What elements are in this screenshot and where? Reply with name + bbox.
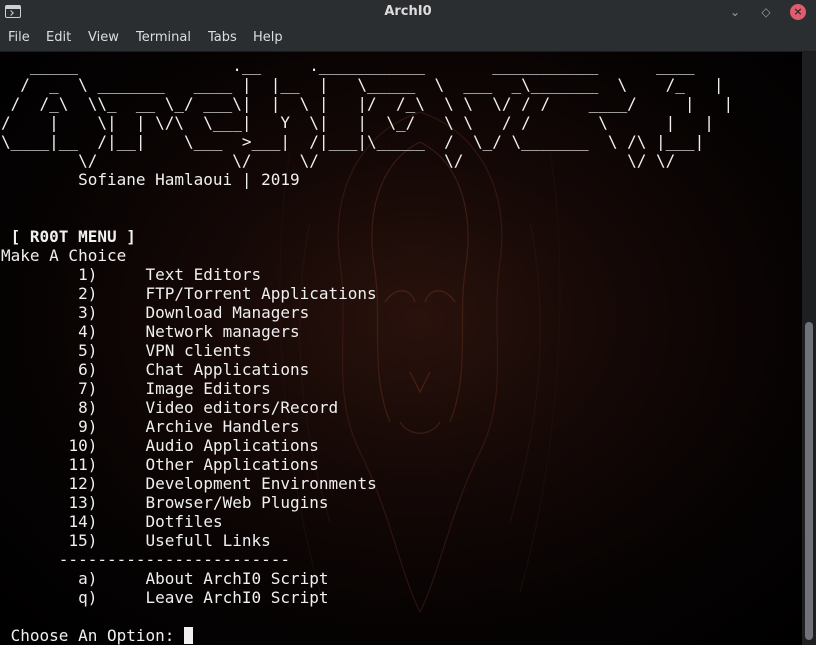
option-key: 1) — [78, 265, 98, 284]
menu-option-5: 5) VPN clients — [1, 341, 733, 360]
option-key: 6) — [78, 360, 98, 379]
menu-option-q: q) Leave ArchI0 Script — [1, 588, 733, 607]
option-key: 10) — [68, 436, 98, 455]
option-label: Video editors/Record — [145, 398, 339, 417]
menu-option-3: 3) Download Managers — [1, 303, 733, 322]
menu-option-12: 12) Development Environments — [1, 474, 733, 493]
menu-bar: File Edit View Terminal Tabs Help — [0, 25, 816, 52]
option-key: 9) — [78, 417, 98, 436]
menu-terminal[interactable]: Terminal — [136, 30, 191, 45]
text-cursor[interactable] — [184, 627, 194, 644]
option-key: 8) — [78, 398, 98, 417]
menu-option-13: 13) Browser/Web Plugins — [1, 493, 733, 512]
menu-option-6: 6) Chat Applications — [1, 360, 733, 379]
terminal-output[interactable]: _____ .__ .___________ ___________ ____ … — [0, 52, 802, 645]
menu-tabs[interactable]: Tabs — [208, 30, 237, 45]
banner-author: Sofiane Hamlaoui | 2019 — [1, 170, 300, 189]
menu-edit[interactable]: Edit — [46, 30, 71, 45]
option-key: a) — [78, 569, 98, 588]
option-key: 12) — [68, 474, 98, 493]
option-label: Dotfiles — [145, 512, 223, 531]
scrollbar-thumb[interactable] — [805, 322, 813, 640]
option-label: Development Environments — [145, 474, 377, 493]
option-label: FTP/Torrent Applications — [145, 284, 377, 303]
maximize-icon[interactable]: ◇ — [758, 4, 774, 20]
option-key: 2) — [78, 284, 98, 303]
option-label: Browser/Web Plugins — [145, 493, 329, 512]
menu-file[interactable]: File — [8, 30, 30, 45]
banner-art-line: / _ \ _______ ____ | |__ | \_____ \ ___ … — [1, 75, 724, 94]
menu-option-11: 11) Other Applications — [1, 455, 733, 474]
option-label: Chat Applications — [145, 360, 310, 379]
vertical-scrollbar[interactable] — [802, 52, 816, 645]
option-label: VPN clients — [145, 341, 252, 360]
menu-prompt: Make A Choice — [1, 246, 127, 265]
option-key: 13) — [68, 493, 98, 512]
close-icon[interactable]: × — [790, 4, 806, 20]
banner-art-line: / | \| | \/\ \___| Y \| | \_/ \ \ / / \ … — [1, 113, 714, 132]
option-key: 7) — [78, 379, 98, 398]
input-prompt: Choose An Option: — [1, 626, 185, 645]
option-label: Leave ArchI0 Script — [145, 588, 329, 607]
option-key: 3) — [78, 303, 98, 322]
menu-option-1: 1) Text Editors — [1, 265, 733, 284]
banner-art-line: \/ \/ \/ \/ \/ \/ — [1, 151, 676, 170]
option-label: About ArchI0 Script — [145, 569, 329, 588]
menu-option-8: 8) Video editors/Record — [1, 398, 733, 417]
menu-option-2: 2) FTP/Torrent Applications — [1, 284, 733, 303]
menu-option-4: 4) Network managers — [1, 322, 733, 341]
menu-help[interactable]: Help — [253, 30, 283, 45]
option-key: 15) — [68, 531, 98, 550]
banner-art-line: _____ .__ .___________ ___________ ____ — [1, 56, 695, 75]
menu-option-a: a) About ArchI0 Script — [1, 569, 733, 588]
option-label: Other Applications — [145, 455, 319, 474]
banner-art-line: / /_\ \\_ __ \_/ ___\| | \ | |/ /_\ \ \ … — [1, 94, 734, 113]
minimize-icon[interactable]: ⌄ — [727, 4, 743, 20]
option-label: Archive Handlers — [145, 417, 300, 436]
terminal-window: ArchI0 ⌄ ◇ × File Edit View Terminal Tab… — [0, 0, 816, 645]
option-key: q) — [78, 588, 98, 607]
option-key: 4) — [78, 322, 98, 341]
option-label: Text Editors — [145, 265, 262, 284]
input-line[interactable]: Choose An Option: — [1, 626, 733, 645]
title-bar[interactable]: ArchI0 ⌄ ◇ × — [0, 0, 816, 25]
menu-option-7: 7) Image Editors — [1, 379, 733, 398]
option-label: Audio Applications — [145, 436, 319, 455]
option-key: 11) — [68, 455, 98, 474]
option-key: 14) — [68, 512, 98, 531]
window-title: ArchI0 — [384, 4, 432, 19]
menu-option-9: 9) Archive Handlers — [1, 417, 733, 436]
menu-separator: ------------------------ — [1, 550, 290, 569]
option-label: Usefull Links — [145, 531, 271, 550]
menu-header: [ R00T MENU ] — [1, 227, 136, 246]
banner-art-line: \____|__ /|__| \___ >___| /|___|\_____ /… — [1, 132, 705, 151]
menu-view[interactable]: View — [88, 30, 119, 45]
menu-option-10: 10) Audio Applications — [1, 436, 733, 455]
option-label: Network managers — [145, 322, 300, 341]
option-label: Download Managers — [145, 303, 310, 322]
option-label: Image Editors — [145, 379, 271, 398]
option-key: 5) — [78, 341, 98, 360]
menu-option-15: 15) Usefull Links — [1, 531, 733, 550]
terminal-text: _____ .__ .___________ ___________ ____ … — [1, 56, 733, 645]
menu-option-14: 14) Dotfiles — [1, 512, 733, 531]
